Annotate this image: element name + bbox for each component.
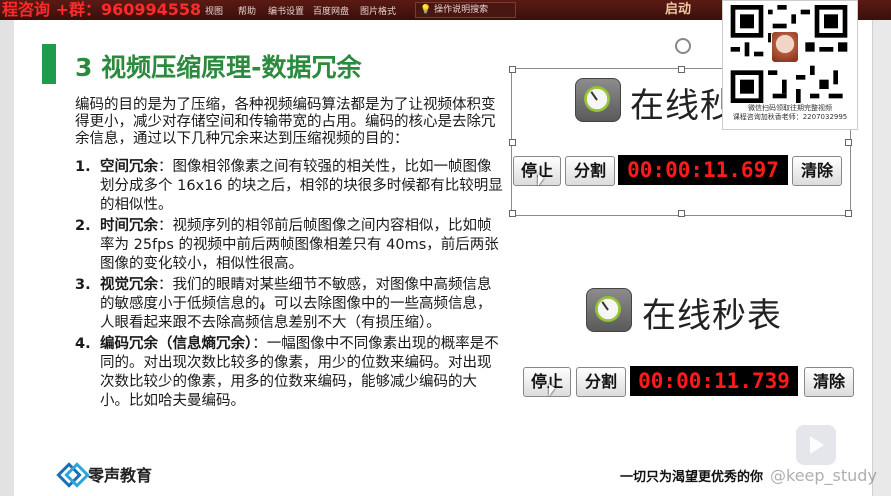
stopwatch-title: 在线秒表 [642,296,782,336]
rotate-handle[interactable] [675,38,691,54]
text-caret-icon: I [261,300,265,313]
resize-handle[interactable] [509,139,516,146]
menu-picture-format[interactable]: 图片格式 [360,4,396,17]
resize-handle[interactable] [509,210,516,217]
resize-handle[interactable] [678,66,685,73]
qr-code-overlay: 微信扫码领取往期完整视频 课程咨询加秋香老师：2207032995 [722,0,858,130]
mouse-cursor-icon [549,384,555,396]
search-input[interactable]: 💡 操作说明搜索 [415,2,516,18]
brand-logo: 零声教育 [60,462,152,486]
list-number: 3. [75,277,91,293]
stopwatch-icon [586,288,632,332]
footer-slogan: 一切只为渴望更优秀的你 [620,470,764,485]
qr-caption-line1: 微信扫码领取往期完整视频 [748,104,832,112]
list-item: 2. 时间冗余：视频序列的相邻前后帧图像之间内容相似，比如帧率为 25fps 的… [75,217,503,274]
resize-handle[interactable] [845,210,852,217]
resize-handle[interactable] [845,139,852,146]
list-number: 4. [75,336,91,352]
split-button[interactable]: 分割 [565,156,615,186]
time-display: 00:00:11.697 [618,155,788,185]
menu-view[interactable]: 视图 [205,4,223,17]
clear-button[interactable]: 清除 [804,367,854,397]
slide-title: 3 视频压缩原理-数据冗余 [75,53,362,82]
menu-baidu-pan[interactable]: 百度网盘 [313,4,349,17]
search-label: 操作说明搜索 [434,5,489,15]
list-term: 视觉冗余 [100,277,158,293]
list-term: 编码冗余（信息熵冗余） [100,336,253,352]
brand-name: 零声教育 [88,466,153,485]
qr-caption: 微信扫码领取往期完整视频 课程咨询加秋香老师：2207032995 [725,104,855,122]
stopwatch-icon [575,78,621,122]
resize-handle[interactable] [509,66,516,73]
avatar [771,31,799,63]
play-icon [796,425,836,465]
clear-button[interactable]: 清除 [792,156,842,186]
brand-logo-icon [60,463,82,485]
menu-help[interactable]: 帮助 [238,4,256,17]
left-scroll-rail [0,20,15,496]
menu-book-settings[interactable]: 编书设置 [268,4,304,17]
list-item: 3. 视觉冗余：我们的眼睛对某些细节不敏感，对图像中高频信息的敏感度小于低频信息… [75,276,503,333]
list-number: 1. [75,159,91,175]
redundancy-list: 1. 空间冗余：图像相邻像素之间有较强的相关性，比如一帧图像划分成多个 16x1… [75,158,503,413]
lightbulb-icon: 💡 [420,5,432,15]
watermark: @keep_study [770,466,877,485]
list-text: ：视频序列的相邻前后帧图像之间内容相似，比如帧率为 25fps 的视频中前后两帧… [100,218,499,272]
promo-banner: 程咨询 +群：960994558 [2,0,202,19]
stop-button[interactable]: 停止 [523,367,571,397]
list-item: 4. 编码冗余（信息熵冗余）：一幅图像中不同像素出现的概率是不同的。对出现次数比… [75,335,503,411]
stop-button[interactable]: 停止 [513,156,561,186]
list-item: 1. 空间冗余：图像相邻像素之间有较强的相关性，比如一帧图像划分成多个 16x1… [75,158,503,215]
stopwatch-title: 在线秒 [630,86,735,126]
list-term: 时间冗余 [100,218,158,234]
title-accent-bar [42,44,56,84]
vertical-scrollbar[interactable] [872,20,891,496]
list-text: ：我们的眼睛对某些细节不敏感，对图像中高频信息的敏感度小于低频信息的。可以去除图… [100,277,492,331]
time-display: 00:00:11.739 [630,366,798,396]
split-button[interactable]: 分割 [576,367,626,397]
mouse-cursor-icon [538,174,544,186]
intro-paragraph: 编码的目的是为了压缩，各种视频编码算法都是为了让视频体积变得更小，减少对存储空间… [75,97,496,147]
list-term: 空间冗余 [100,159,158,175]
resize-handle[interactable] [678,210,685,217]
list-text: ：图像相邻像素之间有较强的相关性，比如一帧图像划分成多个 16x16 的块之后，… [100,159,503,213]
list-number: 2. [75,218,91,234]
qr-caption-line2: 课程咨询加秋香老师：2207032995 [732,113,848,121]
window-title-fragment: 启动 [665,2,692,17]
